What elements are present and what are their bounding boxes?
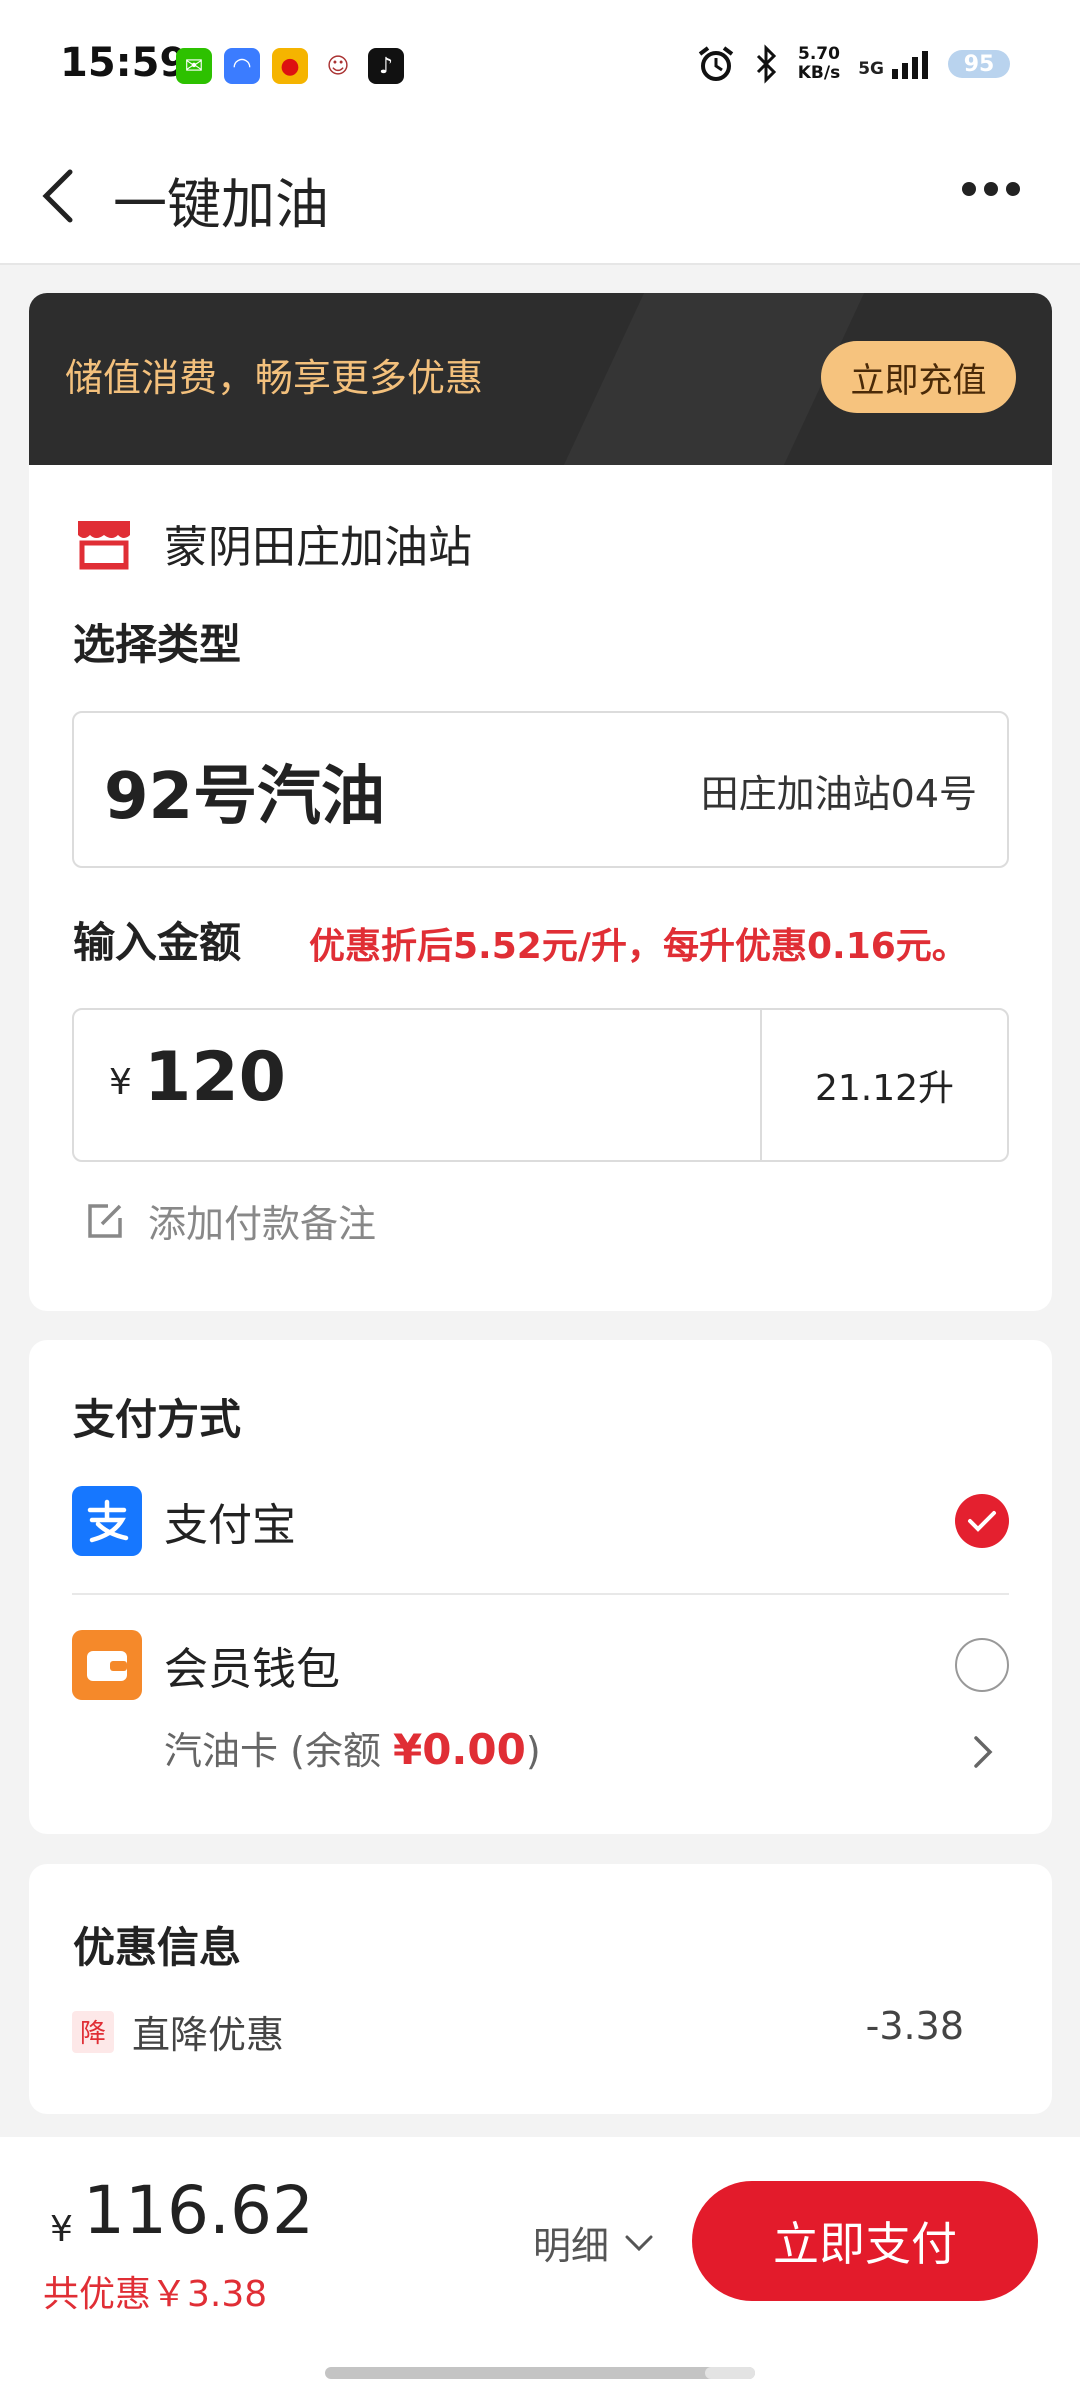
- discount-card: 优惠信息 降 直降优惠 -3.38: [29, 1864, 1052, 2114]
- discount-name: 直降优惠: [132, 2013, 285, 2057]
- bluetooth-icon: [756, 44, 776, 84]
- battery-indicator: 95: [948, 50, 1010, 78]
- store-icon: [78, 521, 130, 570]
- currency-symbol: ¥: [109, 1062, 132, 1103]
- discount-value: -3.38: [865, 2004, 964, 2048]
- pump-number: 田庄加油站04号: [700, 772, 977, 816]
- wallet-label: 会员钱包: [164, 1644, 340, 1695]
- discount-badge: 降: [72, 2010, 114, 2053]
- fuel-type-label: 选择类型: [73, 620, 242, 669]
- alipay-label: 支付宝: [164, 1500, 296, 1551]
- fuel-type: 92号汽油: [104, 760, 386, 834]
- status-bar: 15:59 ✉ ◠ ● ☺ ♪ 5.70 KB/s 5G 95: [0, 0, 1080, 130]
- order-card: 储值消费，畅享更多优惠 立即充值 蒙阴田庄加油站 选择类型 92号汽油 田庄加油…: [29, 293, 1052, 1311]
- total-price: 116.62: [83, 2172, 314, 2249]
- alipay-radio-checked[interactable]: [955, 1494, 1009, 1548]
- chevron-right-icon[interactable]: [970, 1732, 998, 1772]
- discount-row: 降 直降优惠: [72, 2004, 284, 2059]
- wallet-icon: [72, 1630, 142, 1700]
- wifi-app-icon: ◠: [224, 48, 260, 84]
- alarm-icon: [698, 46, 733, 81]
- payment-option-alipay[interactable]: 支付宝: [72, 1486, 1009, 1556]
- banner-decoration: [563, 293, 865, 465]
- nav-bar: 一键加油: [0, 130, 1080, 265]
- payment-method-label: 支付方式: [73, 1395, 242, 1444]
- station-row: 蒙阴田庄加油站: [74, 511, 472, 575]
- notification-icons: ✉ ◠ ● ☺ ♪: [176, 48, 404, 84]
- avatar-app-icon: ☺: [320, 48, 356, 84]
- status-time: 15:59: [60, 40, 188, 86]
- banner-text: 储值消费，畅享更多优惠: [65, 356, 484, 400]
- recharge-banner: 储值消费，畅享更多优惠 立即充值: [29, 293, 1052, 465]
- station-name: 蒙阴田庄加油站: [164, 522, 472, 573]
- more-button[interactable]: [952, 172, 1030, 206]
- details-label: 明细: [533, 2224, 610, 2268]
- pay-now-button[interactable]: 立即支付: [692, 2181, 1038, 2301]
- edit-icon: [88, 1203, 122, 1238]
- recharge-button[interactable]: 立即充值: [821, 341, 1016, 413]
- total-savings: 共优惠￥3.38: [43, 2274, 268, 2315]
- divider: [72, 1593, 1009, 1595]
- back-button[interactable]: [34, 160, 94, 230]
- discount-note: 优惠折后5.52元/升，每升优惠0.16元。: [309, 926, 968, 967]
- checkout-bar: ¥ 116.62 共优惠￥3.38 明细 立即支付: [0, 2137, 1080, 2400]
- liters-readout: 21.12升: [814, 1068, 955, 1109]
- remark-label: 添加付款备注: [148, 1202, 377, 1246]
- more-dots-icon: [962, 182, 976, 196]
- amount-input[interactable]: [144, 1038, 444, 1117]
- tiktok-icon: ♪: [368, 48, 404, 84]
- signal-indicator: 5G: [858, 49, 930, 79]
- weibo-icon: ●: [272, 48, 308, 84]
- fuel-type-selector[interactable]: 92号汽油 田庄加油站04号: [72, 711, 1009, 868]
- chevron-down-icon: [625, 2235, 653, 2251]
- net-speed: 5.70 KB/s: [797, 44, 841, 83]
- page-title: 一键加油: [113, 173, 329, 236]
- wechat-icon: ✉: [176, 48, 212, 84]
- alipay-icon: [72, 1486, 142, 1556]
- home-indicator[interactable]: [325, 2367, 755, 2379]
- checkmark-icon: [968, 1511, 996, 1532]
- amount-label: 输入金额: [73, 918, 242, 967]
- payment-card: 支付方式 支付宝 会员钱包 汽油卡 (余额 ¥0.00): [29, 1340, 1052, 1834]
- chevron-left-icon: [42, 169, 73, 223]
- discount-info-label: 优惠信息: [73, 1923, 242, 1972]
- balance-amount: ¥0.00: [392, 1725, 526, 1774]
- amount-input-area[interactable]: ¥: [74, 1010, 762, 1160]
- payment-option-wallet[interactable]: 会员钱包: [72, 1630, 1009, 1700]
- amount-field: ¥ 21.12升: [72, 1008, 1009, 1162]
- total-currency: ¥: [50, 2209, 73, 2250]
- signal-icon: [892, 51, 928, 79]
- gas-card-balance[interactable]: 汽油卡 (余额 ¥0.00): [164, 1720, 541, 1775]
- wallet-radio-unchecked[interactable]: [955, 1638, 1009, 1692]
- details-toggle[interactable]: 明细: [533, 2215, 655, 2270]
- add-remark-button[interactable]: 添加付款备注: [84, 1193, 376, 1248]
